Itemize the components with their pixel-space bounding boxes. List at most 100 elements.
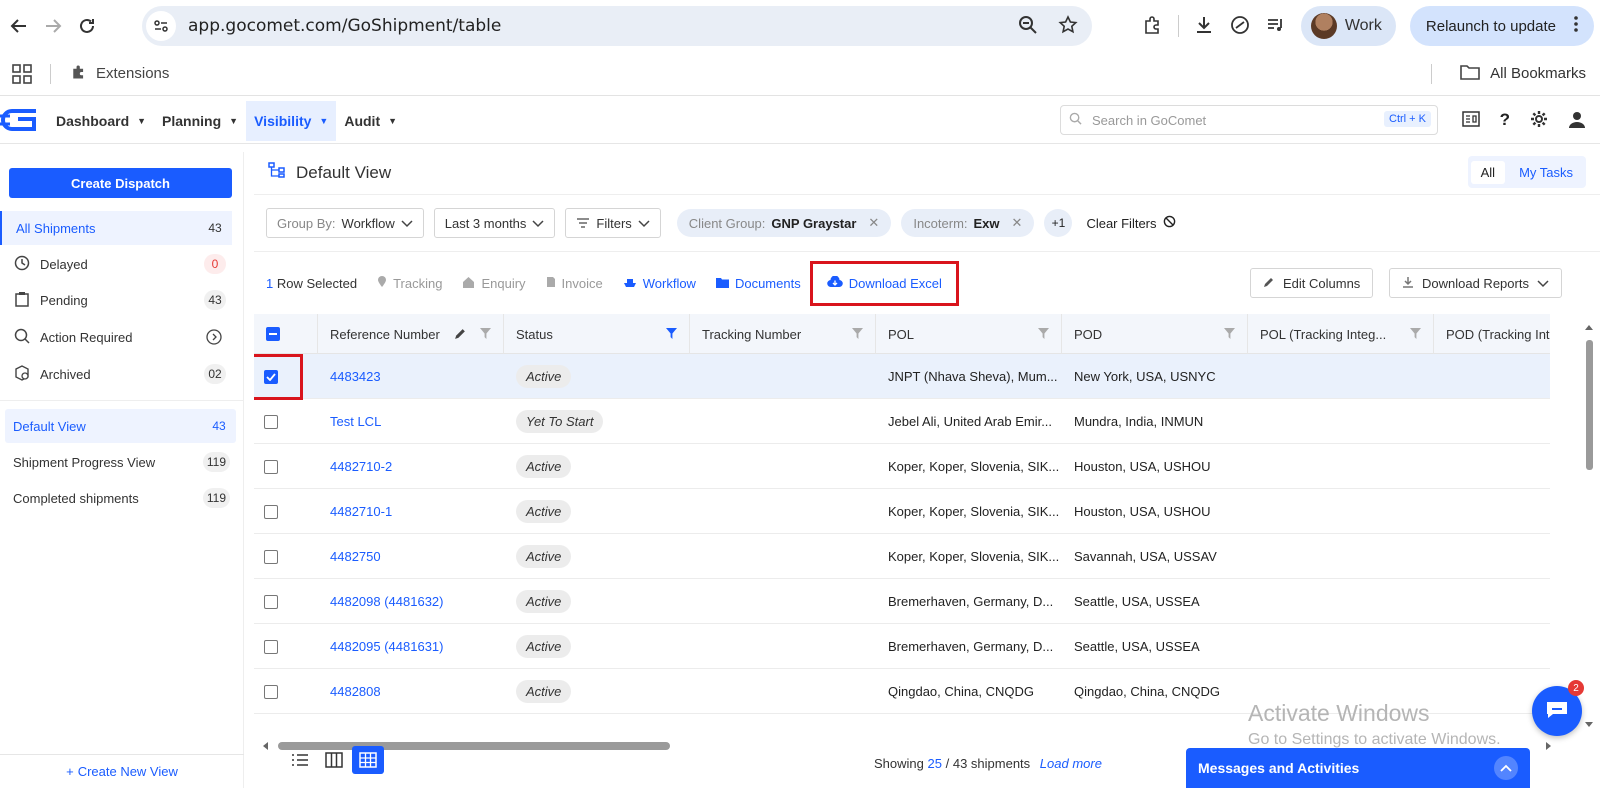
nav-planning[interactable]: Planning ▼	[154, 101, 246, 141]
sidebar-item-archived[interactable]: Archived 02	[0, 357, 232, 391]
col-pol[interactable]: POL	[876, 314, 1062, 354]
nav-audit[interactable]: Audit ▼	[336, 101, 405, 141]
table-row[interactable]: 4482710-2 Active Koper, Koper, Slovenia,…	[254, 444, 1550, 489]
col-reference-number[interactable]: Reference Number	[318, 314, 504, 354]
gear-icon[interactable]	[1530, 110, 1548, 131]
reference-link[interactable]: 4482710-2	[318, 444, 504, 489]
row-checkbox[interactable]	[264, 459, 278, 474]
list-view-icon[interactable]	[284, 746, 316, 774]
enquiry-action[interactable]: Enquiry	[462, 276, 526, 291]
close-icon[interactable]: ✕	[868, 215, 879, 231]
col-pod-tracking[interactable]: POD (Tracking Inte	[1434, 314, 1550, 354]
invoice-action[interactable]: Invoice	[546, 276, 603, 291]
back-icon[interactable]	[2, 9, 36, 43]
reference-link[interactable]: 4482808	[318, 669, 504, 714]
row-checkbox[interactable]	[264, 639, 278, 654]
col-status[interactable]: Status	[504, 314, 690, 354]
nav-dashboard[interactable]: Dashboard ▼	[48, 101, 154, 141]
more-vert-icon[interactable]	[1574, 16, 1578, 36]
create-dispatch-button[interactable]: Create Dispatch	[9, 168, 232, 198]
column-view-icon[interactable]	[318, 746, 350, 774]
filter-chip-client-group[interactable]: Client Group: GNP Graystar ✕	[676, 209, 892, 237]
edit-columns-button[interactable]: Edit Columns	[1250, 268, 1374, 298]
messages-panel-tab[interactable]: Messages and Activities	[1186, 748, 1530, 788]
news-icon[interactable]	[1461, 110, 1480, 130]
help-icon[interactable]: ?	[1500, 110, 1510, 130]
table-row[interactable]: 4483423 Active JNPT (Nhava Sheva), Mum..…	[254, 354, 1550, 399]
col-tracking-number[interactable]: Tracking Number	[690, 314, 876, 354]
relaunch-button[interactable]: Relaunch to update	[1409, 6, 1594, 46]
group-by-dropdown[interactable]: Group By: Workflow	[266, 208, 424, 238]
sidebar-item-all-shipments[interactable]: All Shipments 43	[0, 211, 232, 245]
vertical-scrollbar[interactable]	[1582, 322, 1596, 732]
create-new-view-button[interactable]: + Create New View	[0, 754, 244, 788]
clear-filters-button[interactable]: Clear Filters	[1086, 215, 1175, 231]
sidebar-item-delayed[interactable]: Delayed 0	[0, 247, 232, 281]
chevron-up-icon[interactable]	[1494, 756, 1518, 780]
filter-funnel-icon[interactable]	[1038, 327, 1049, 342]
download-reports-button[interactable]: Download Reports	[1389, 268, 1562, 298]
profile-button[interactable]: Work	[1300, 6, 1396, 46]
table-row[interactable]: 4482710-1 Active Koper, Koper, Slovenia,…	[254, 489, 1550, 534]
download-excel-button[interactable]: Download Excel	[809, 260, 959, 306]
row-checkbox[interactable]	[264, 549, 278, 564]
filter-funnel-icon[interactable]	[480, 327, 491, 342]
view-shipment-progress[interactable]: Shipment Progress View 119	[5, 445, 236, 479]
filters-dropdown[interactable]: Filters	[565, 208, 661, 238]
more-filters-chip[interactable]: +1	[1044, 209, 1073, 237]
tracking-action[interactable]: Tracking	[377, 275, 442, 291]
table-row[interactable]: Test LCL Yet To Start Jebel Ali, United …	[254, 399, 1550, 444]
row-checkbox[interactable]	[264, 414, 278, 429]
col-pol-tracking[interactable]: POL (Tracking Integ...	[1248, 314, 1434, 354]
load-more-link[interactable]: Load more	[1040, 756, 1102, 771]
media-control-icon[interactable]	[1265, 14, 1287, 39]
filter-chip-incoterm[interactable]: Incoterm: Exw ✕	[901, 209, 1035, 237]
nav-visibility[interactable]: Visibility ▼	[246, 101, 337, 141]
sidebar-item-pending[interactable]: Pending 43	[0, 283, 232, 317]
gocomet-logo[interactable]	[0, 107, 38, 136]
documents-action[interactable]: Documents	[715, 276, 801, 291]
url-text[interactable]: app.gocomet.com/GoShipment/table	[188, 16, 501, 36]
filter-funnel-icon[interactable]	[666, 327, 677, 342]
reference-link[interactable]: 4482095 (4481631)	[318, 624, 504, 669]
forward-icon[interactable]	[36, 9, 70, 43]
user-icon[interactable]	[1568, 110, 1586, 131]
sidebar-item-action-required[interactable]: Action Required	[0, 320, 232, 354]
row-checkbox[interactable]	[264, 684, 278, 699]
close-icon[interactable]: ✕	[1012, 215, 1023, 231]
view-default[interactable]: Default View 43	[5, 409, 236, 443]
view-completed-shipments[interactable]: Completed shipments 119	[5, 481, 236, 515]
extensions-bookmark[interactable]: Extensions	[70, 63, 169, 85]
reference-link[interactable]: 4482710-1	[318, 489, 504, 534]
table-view-icon[interactable]	[352, 746, 384, 774]
segment-my-tasks[interactable]: My Tasks	[1509, 161, 1583, 184]
filter-funnel-icon[interactable]	[852, 327, 863, 342]
col-pod[interactable]: POD	[1062, 314, 1248, 354]
site-info-icon[interactable]	[146, 11, 176, 41]
row-checkbox[interactable]	[264, 594, 278, 609]
select-all-checkbox[interactable]	[266, 327, 280, 341]
reference-link[interactable]: 4483423	[318, 354, 504, 399]
segment-all[interactable]: All	[1470, 160, 1506, 184]
download-icon[interactable]	[1193, 14, 1215, 39]
address-bar[interactable]: app.gocomet.com/GoShipment/table	[142, 6, 1092, 46]
reference-link[interactable]: Test LCL	[318, 399, 504, 444]
bookmark-star-icon[interactable]	[1058, 14, 1078, 38]
zoom-icon[interactable]	[1018, 15, 1038, 38]
chat-button[interactable]: 2	[1532, 680, 1584, 736]
table-row[interactable]: 4482098 (4481632) Active Bremerhaven, Ge…	[254, 579, 1550, 624]
reference-link[interactable]: 4482750	[318, 534, 504, 579]
reload-icon[interactable]	[70, 9, 104, 43]
extensions-puzzle-icon[interactable]	[1142, 14, 1164, 39]
row-checkbox[interactable]	[264, 504, 278, 519]
table-row[interactable]: 4482095 (4481631) Active Bremerhaven, Ge…	[254, 624, 1550, 669]
date-range-dropdown[interactable]: Last 3 months	[433, 208, 556, 238]
performance-icon[interactable]	[1229, 14, 1251, 39]
pencil-icon[interactable]	[454, 327, 467, 343]
search-input[interactable]: Search in GoComet Ctrl + K	[1060, 105, 1438, 135]
all-bookmarks[interactable]: All Bookmarks	[1460, 63, 1586, 85]
table-row[interactable]: 4482750 Active Koper, Koper, Slovenia, S…	[254, 534, 1550, 579]
workflow-action[interactable]: Workflow	[623, 276, 696, 291]
filter-funnel-icon[interactable]	[1224, 327, 1235, 342]
apps-grid-icon[interactable]	[12, 64, 32, 87]
